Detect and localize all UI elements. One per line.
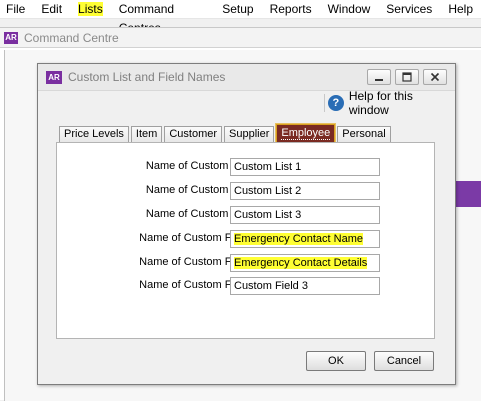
dialog-logo: AR [46, 70, 62, 84]
help-link[interactable]: ? Help for this window [328, 89, 455, 117]
custom-field-2-row: Name of Custom Field No. 2: Emergency Co… [57, 254, 436, 272]
window-controls [367, 69, 447, 85]
custom-list-1-input[interactable]: Custom List 1 [230, 158, 380, 176]
tab-item[interactable]: Item [130, 126, 163, 143]
dialog-title: Custom List and Field Names [68, 70, 226, 84]
menu-file[interactable]: File [0, 0, 33, 19]
custom-list-1-row: Name of Custom List No. 1: Custom List 1 [57, 158, 436, 176]
command-centre-titlebar: AR Command Centre [0, 28, 481, 48]
menu-setup[interactable]: Setup [214, 0, 261, 19]
menu-services-label: Services [386, 1, 433, 16]
menu-edit[interactable]: Edit [33, 0, 70, 19]
custom-field-3-input[interactable]: Custom Field 3 [230, 277, 380, 295]
custom-names-dialog: AR Custom List and Field Names ? Help fo… [37, 63, 456, 385]
custom-field-3-value: Custom Field 3 [234, 280, 308, 292]
accent-bar [456, 181, 481, 207]
menu-command-centres[interactable]: Command Centres [111, 0, 215, 35]
menu-lists[interactable]: Lists [70, 0, 111, 19]
menu-window-label: Window [327, 1, 371, 16]
menu-bar: File Edit Lists Command Centres Setup Re… [0, 0, 481, 35]
custom-list-3-input[interactable]: Custom List 3 [230, 206, 380, 224]
help-separator [324, 94, 325, 112]
tab-bar: Price Levels Item Customer Supplier Empl… [59, 123, 393, 144]
custom-field-1-value: Emergency Contact Name [234, 233, 363, 245]
cancel-button[interactable]: Cancel [374, 351, 434, 371]
dialog-titlebar[interactable]: AR Custom List and Field Names [38, 64, 455, 91]
restore-button[interactable] [395, 69, 419, 85]
employee-tab-panel: Name of Custom List No. 1: Custom List 1… [56, 142, 435, 339]
custom-list-3-value: Custom List 3 [234, 209, 302, 221]
custom-field-1-row: Name of Custom Field No. 1: Emergency Co… [57, 230, 436, 248]
custom-field-2-value: Emergency Contact Details [234, 257, 368, 269]
custom-list-2-input[interactable]: Custom List 2 [230, 182, 380, 200]
tab-personal[interactable]: Personal [337, 126, 391, 143]
minimize-button[interactable] [367, 69, 391, 85]
menu-edit-label: Edit [41, 1, 63, 16]
command-centre-title: Command Centre [24, 30, 119, 45]
close-button[interactable] [423, 69, 447, 85]
menu-lists-label: Lists [78, 1, 103, 16]
tab-employee[interactable]: Employee [275, 123, 337, 144]
tab-supplier[interactable]: Supplier [224, 126, 275, 143]
restore-icon [402, 72, 412, 82]
tab-employee-label: Employee [281, 127, 331, 140]
ok-button[interactable]: OK [306, 351, 366, 371]
menu-reports[interactable]: Reports [262, 0, 320, 19]
menu-help-label: Help [448, 1, 473, 16]
tab-price-levels-label: Price Levels [64, 128, 124, 140]
menu-services[interactable]: Services [378, 0, 440, 19]
menu-reports-label: Reports [269, 1, 312, 16]
menu-window[interactable]: Window [320, 0, 379, 19]
tab-item-label: Item [135, 128, 158, 140]
custom-field-1-input[interactable]: Emergency Contact Name [230, 230, 380, 248]
tab-supplier-label: Supplier [229, 128, 270, 140]
custom-field-3-row: Name of Custom Field No. 3: Custom Field… [57, 277, 436, 295]
custom-field-2-input[interactable]: Emergency Contact Details [230, 254, 380, 272]
menu-file-label: File [6, 1, 26, 16]
minimize-icon [375, 79, 383, 81]
custom-list-2-row: Name of Custom List No. 2: Custom List 2 [57, 182, 436, 200]
help-icon: ? [328, 95, 344, 111]
menu-help[interactable]: Help [440, 0, 481, 19]
close-icon [430, 72, 440, 82]
custom-list-2-value: Custom List 2 [234, 185, 302, 197]
menu-setup-label: Setup [222, 1, 254, 16]
app-logo: AR [4, 31, 18, 44]
help-label: Help for this window [348, 89, 413, 117]
tab-customer[interactable]: Customer [164, 126, 223, 143]
tab-personal-label: Personal [342, 128, 386, 140]
tab-customer-label: Customer [169, 128, 218, 140]
tab-price-levels[interactable]: Price Levels [59, 126, 129, 143]
custom-list-1-value: Custom List 1 [234, 161, 302, 173]
custom-list-3-row: Name of Custom List No. 3: Custom List 3 [57, 206, 436, 224]
